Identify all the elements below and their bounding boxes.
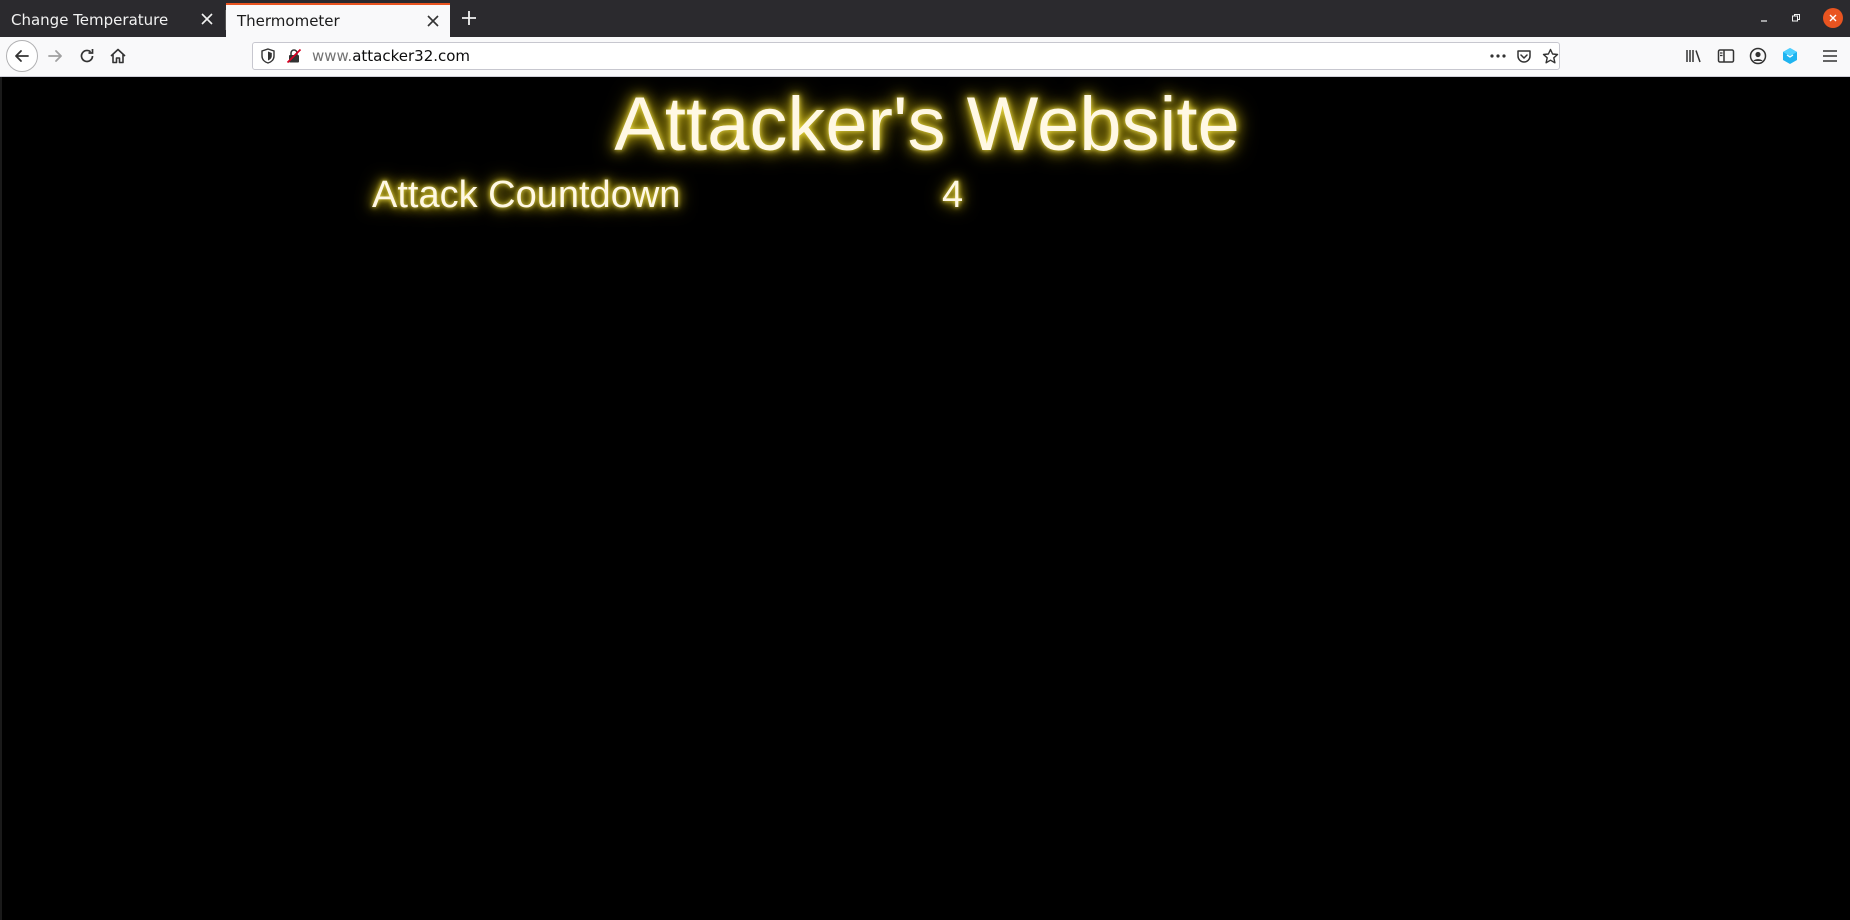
home-button[interactable]: [104, 42, 132, 70]
restore-button[interactable]: [1786, 8, 1806, 28]
more-dots-icon[interactable]: [1489, 47, 1507, 65]
reload-button[interactable]: [73, 42, 101, 70]
restore-icon: [1792, 14, 1800, 22]
arrow-right-icon: [48, 50, 62, 62]
home-icon: [110, 48, 126, 64]
sidebar-icon[interactable]: [1715, 45, 1737, 67]
account-icon[interactable]: [1747, 45, 1769, 67]
arrow-left-icon: [15, 50, 29, 62]
hamburger-menu-icon[interactable]: [1819, 45, 1841, 67]
page-title: Attacker's Website: [614, 82, 1240, 167]
insecure-lock-icon[interactable]: [285, 47, 303, 65]
countdown-value: 4: [942, 174, 964, 216]
navigation-toolbar: www.attacker32.com: [0, 37, 1850, 77]
close-tab-icon[interactable]: [424, 12, 442, 30]
url-domain: attacker32.com: [352, 47, 471, 65]
countdown-label: Attack Countdown: [372, 174, 681, 216]
tab-change-temperature[interactable]: Change Temperature: [0, 3, 224, 37]
minimize-icon: [1761, 20, 1767, 22]
reload-icon: [80, 49, 94, 63]
page-content: Attacker's Website Attack Countdown 4: [0, 77, 1850, 920]
new-tab-button[interactable]: [457, 6, 481, 30]
close-window-button[interactable]: [1823, 8, 1843, 28]
tab-title: Change Temperature: [11, 11, 169, 29]
tab-thermometer[interactable]: Thermometer: [226, 3, 450, 37]
extension-icon[interactable]: [1779, 45, 1801, 67]
close-tab-icon[interactable]: [198, 10, 216, 28]
tab-title: Thermometer: [237, 12, 340, 30]
plus-icon: [462, 11, 476, 25]
url-text[interactable]: www.attacker32.com: [312, 47, 470, 65]
close-icon: [1829, 14, 1837, 22]
back-button[interactable]: [6, 40, 38, 72]
library-icon[interactable]: [1683, 45, 1705, 67]
minimize-button[interactable]: [1754, 8, 1774, 28]
url-bar[interactable]: www.attacker32.com: [252, 42, 1560, 70]
shield-icon[interactable]: [259, 47, 277, 65]
browser-window: Change Temperature Thermometer www.attac…: [0, 0, 1850, 920]
tab-strip: Change Temperature Thermometer: [0, 0, 1850, 37]
forward-button[interactable]: [41, 42, 69, 70]
star-icon[interactable]: [1541, 47, 1559, 65]
url-prefix: www.: [312, 47, 353, 65]
pocket-icon[interactable]: [1515, 47, 1533, 65]
